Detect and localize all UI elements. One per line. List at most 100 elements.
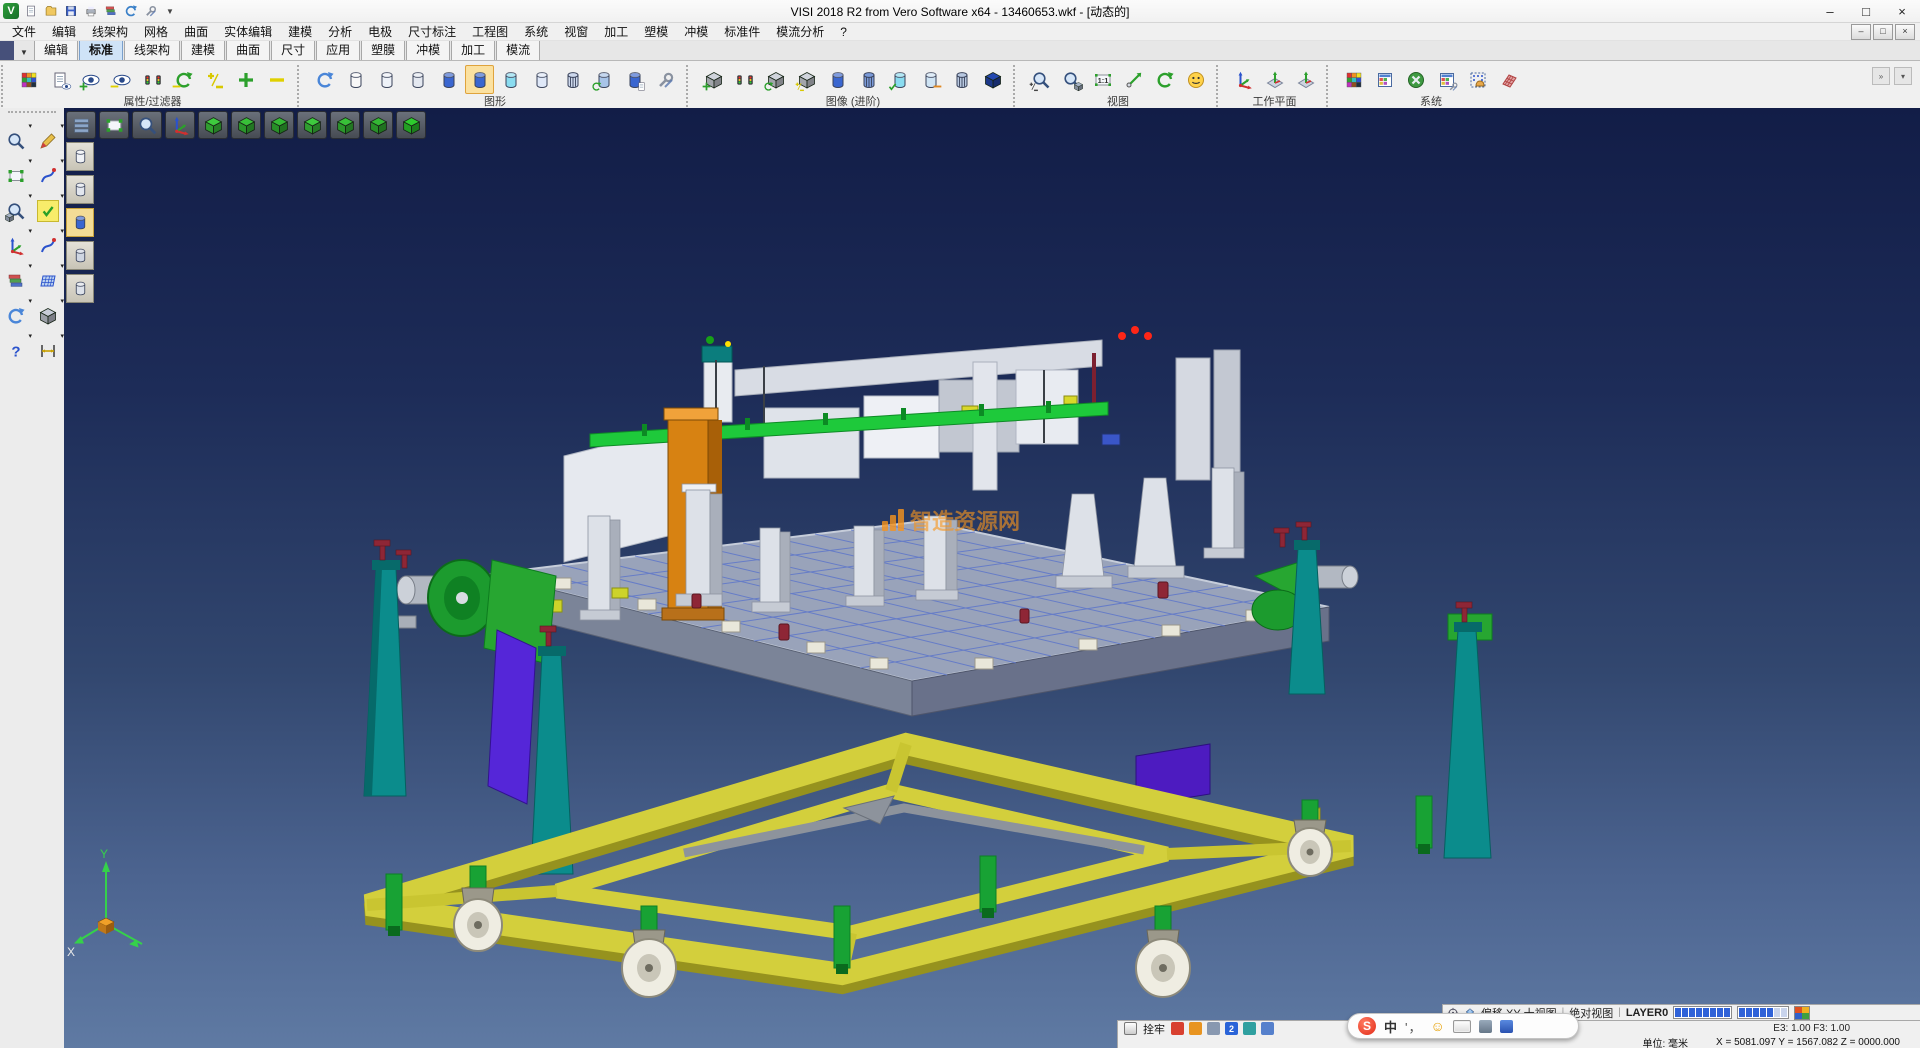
model-3d-fixture[interactable]	[64, 108, 1920, 1048]
ime-logo-icon[interactable]: S	[1358, 1017, 1376, 1035]
menu-electrode[interactable]: 电极	[360, 23, 400, 40]
check-cylinder-icon[interactable]	[885, 65, 914, 94]
solid-cylinder-icon[interactable]	[823, 65, 852, 94]
filter-refresh-icon[interactable]	[169, 65, 198, 94]
menu-machining[interactable]: 加工	[596, 23, 636, 40]
workplane-axes-icon[interactable]	[1229, 65, 1258, 94]
solid-cube-icon[interactable]	[35, 303, 61, 329]
save-icon[interactable]	[62, 3, 79, 20]
regenerate-icon[interactable]	[3, 303, 29, 329]
layers-palette-icon[interactable]	[3, 268, 29, 294]
tab-dropdown-icon[interactable]: ▼	[14, 48, 34, 60]
material-cylinder-icon[interactable]	[916, 65, 945, 94]
tab-application[interactable]: 应用	[316, 39, 360, 60]
tab-mould[interactable]: 塑膜	[361, 39, 405, 60]
zoom-solid-icon[interactable]	[3, 198, 29, 224]
selection-frame-icon[interactable]	[3, 163, 29, 189]
tray-icon-1[interactable]	[1171, 1022, 1184, 1035]
tab-progress[interactable]: 冲模	[406, 39, 450, 60]
refresh-view-cube-icon[interactable]	[761, 65, 790, 94]
shading-options-icon[interactable]	[620, 65, 649, 94]
tray-icon-5[interactable]	[1243, 1022, 1256, 1035]
system-tools-icon[interactable]	[1401, 65, 1430, 94]
filter-plus-icon[interactable]	[231, 65, 260, 94]
menu-wireframe[interactable]: 线架构	[84, 23, 136, 40]
snap-lock-icon[interactable]	[1124, 1022, 1137, 1035]
filter-traffic-lights-icon[interactable]	[138, 65, 167, 94]
menu-mould[interactable]: 塑模	[636, 23, 676, 40]
wireframe-cylinder-icon[interactable]	[341, 65, 370, 94]
color-table-icon[interactable]	[1370, 65, 1399, 94]
grid-plane-icon[interactable]	[1494, 65, 1523, 94]
filter-minus-icon[interactable]	[262, 65, 291, 94]
tab-standard[interactable]: 标准	[79, 39, 123, 60]
zoom-plusminus-icon[interactable]	[1026, 65, 1055, 94]
minimize-button[interactable]: –	[1812, 0, 1848, 22]
shaded-cylinder-icon[interactable]	[434, 65, 463, 94]
workplane-normal-icon[interactable]	[1291, 65, 1320, 94]
view-front-cube-icon[interactable]	[330, 111, 360, 139]
settings-table-icon[interactable]	[1432, 65, 1461, 94]
view-list-icon[interactable]	[66, 111, 96, 139]
ime-toolbox-icon[interactable]	[1479, 1020, 1492, 1033]
hatched-cylinder-icon[interactable]	[558, 65, 587, 94]
tab-machining[interactable]: 加工	[451, 39, 495, 60]
toolbar-options-icon[interactable]: ▾	[1894, 67, 1912, 85]
refresh-shading-icon[interactable]	[589, 65, 618, 94]
grid-plane-icon[interactable]	[35, 268, 61, 294]
menu-dimension[interactable]: 尺寸标注	[400, 23, 464, 40]
view-face-icon[interactable]	[1181, 65, 1210, 94]
view-iso-cube-icon[interactable]	[396, 111, 426, 139]
hatch-cylinder-icon[interactable]	[947, 65, 976, 94]
view-left-cube-icon[interactable]	[264, 111, 294, 139]
menu-mesh[interactable]: 网格	[136, 23, 176, 40]
tab-modeling[interactable]: 建模	[181, 39, 225, 60]
menu-solid-edit[interactable]: 实体编辑	[216, 23, 280, 40]
view-right-cube-icon[interactable]	[297, 111, 327, 139]
filter-remove-eye-icon[interactable]	[107, 65, 136, 94]
redraw-icon[interactable]	[310, 65, 339, 94]
menu-surface[interactable]: 曲面	[176, 23, 216, 40]
workplane-align-icon[interactable]	[1260, 65, 1289, 94]
zoom-window-icon[interactable]	[99, 111, 129, 139]
tab-flow[interactable]: 模流	[496, 39, 540, 60]
zoom-arrow-icon[interactable]	[1119, 65, 1148, 94]
menu-modeling[interactable]: 建模	[280, 23, 320, 40]
help-question-icon[interactable]	[3, 338, 29, 364]
move-axes-icon[interactable]	[3, 233, 29, 259]
dashed-cylinder-icon[interactable]	[403, 65, 432, 94]
maximize-button[interactable]: □	[1848, 0, 1884, 22]
properties-pages-icon[interactable]	[45, 65, 74, 94]
menu-window[interactable]: 视窗	[556, 23, 596, 40]
hidden-line-cylinder-icon[interactable]	[372, 65, 401, 94]
menu-progress[interactable]: 冲模	[676, 23, 716, 40]
layers-icon[interactable]	[102, 3, 119, 20]
axes-icon[interactable]	[165, 111, 195, 139]
curve-edit-icon[interactable]	[35, 233, 61, 259]
transparent-cylinder-icon[interactable]	[66, 241, 94, 270]
ime-language-indicator[interactable]: 中	[1384, 1017, 1397, 1036]
tab-wireframe[interactable]: 线架构	[124, 39, 180, 60]
color-swatch-icon[interactable]	[1794, 1006, 1810, 1020]
active-layer-label[interactable]: LAYER0	[1626, 1007, 1668, 1019]
tray-badge-icon[interactable]: 2	[1225, 1022, 1238, 1035]
graphics-settings-icon[interactable]	[651, 65, 680, 94]
ime-punctuation-indicator[interactable]: '，	[1405, 1017, 1422, 1036]
zoom-1to1-icon[interactable]	[1088, 65, 1117, 94]
menu-standard-parts[interactable]: 标准件	[716, 23, 768, 40]
view-back-cube-icon[interactable]	[363, 111, 393, 139]
tab-surface[interactable]: 曲面	[226, 39, 270, 60]
open-file-icon[interactable]	[42, 3, 59, 20]
sketch-erase-icon[interactable]	[35, 128, 61, 154]
snap-lock-label[interactable]: 拴牢	[1143, 1021, 1165, 1037]
shaded-edges-cylinder-icon[interactable]	[465, 65, 494, 94]
filter-add-eye-icon[interactable]	[76, 65, 105, 94]
flat-cylinder-icon[interactable]	[66, 274, 94, 303]
measure-distance-icon[interactable]	[35, 338, 61, 364]
tray-icon-6[interactable]	[1261, 1022, 1274, 1035]
filter-plusminus-icon[interactable]	[200, 65, 229, 94]
striped-cylinder-icon[interactable]	[854, 65, 883, 94]
tab-dimension[interactable]: 尺寸	[271, 39, 315, 60]
graphics-viewport[interactable]: 智造资源网 Y X 偏移 XY 十视图 | 绝对视图 | LAYER0	[64, 108, 1920, 1048]
qat-dropdown-icon[interactable]: ▼	[162, 7, 178, 16]
